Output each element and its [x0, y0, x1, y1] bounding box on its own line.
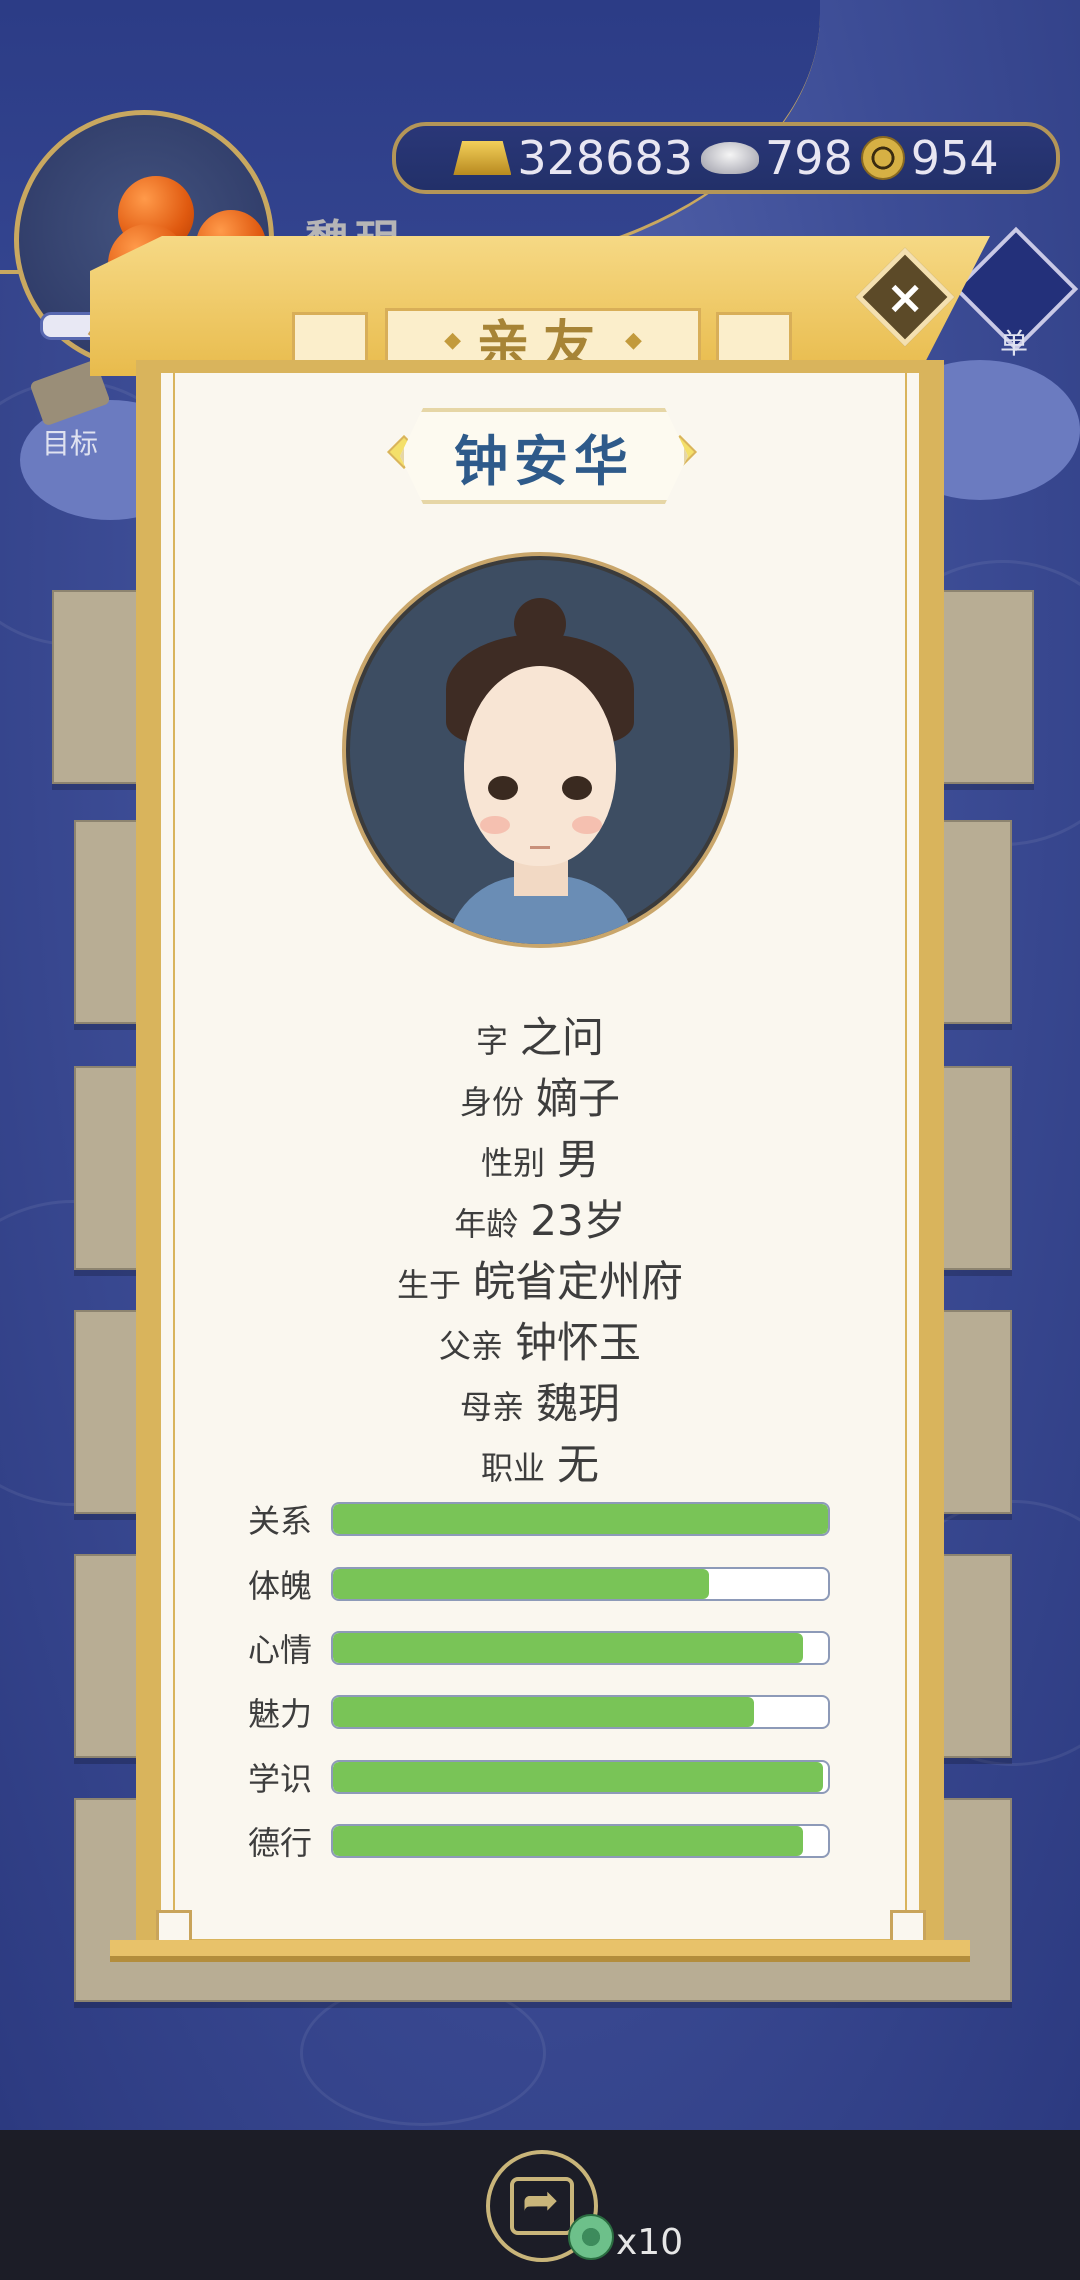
portrait-face	[464, 666, 616, 866]
stat-row-mood: 心情	[248, 1628, 830, 1669]
stat-bar	[331, 1502, 830, 1536]
stat-bar	[331, 1695, 830, 1729]
gold-ingot-icon	[453, 141, 512, 175]
info-value: 嫡子	[536, 1074, 621, 1123]
info-value: 皖省定州府	[473, 1257, 684, 1306]
jade-coin-icon	[568, 2214, 614, 2260]
silver-ingot-icon	[700, 142, 759, 174]
stat-bar	[331, 1567, 830, 1601]
person-name-plaque: 钟安华	[400, 408, 688, 504]
portrait-hair-bun	[514, 598, 566, 650]
info-value: 23岁	[530, 1196, 626, 1245]
stat-fill	[333, 1569, 710, 1599]
stat-bar	[331, 1824, 830, 1858]
silver-amount: 798	[700, 131, 853, 185]
stat-row-virtue: 德行	[248, 1821, 830, 1862]
portrait-eye	[488, 776, 518, 800]
info-row: 性别男	[158, 1126, 922, 1187]
close-icon: ×	[885, 269, 925, 324]
stat-row-charm: 魅力	[248, 1692, 830, 1733]
silver-value: 798	[764, 131, 853, 185]
info-row: 字之问	[158, 1004, 922, 1065]
info-row: 职业无	[158, 1431, 922, 1492]
gold-value: 328683	[517, 131, 693, 185]
info-key: 身份	[459, 1083, 524, 1121]
portrait-blush	[480, 816, 510, 834]
info-key: 母亲	[459, 1388, 524, 1426]
info-key: 年龄	[454, 1205, 519, 1243]
info-key: 生于	[396, 1266, 461, 1304]
person-portrait	[342, 552, 738, 948]
info-row: 生于 皖省定州府	[158, 1248, 922, 1309]
stat-label: 学识	[248, 1760, 313, 1798]
stat-row-relationship: 关系	[248, 1499, 830, 1540]
info-row: 父亲 钟怀玉	[158, 1309, 922, 1370]
info-value: 无	[557, 1440, 600, 1489]
stat-bar	[331, 1760, 830, 1794]
stat-fill	[333, 1762, 824, 1792]
modal-base	[110, 1940, 970, 1962]
info-row: 身份 嫡子	[158, 1065, 922, 1126]
info-value: 男	[557, 1135, 600, 1184]
stat-label: 关系	[248, 1502, 313, 1540]
stat-label: 体魄	[248, 1567, 313, 1605]
stat-fill	[333, 1697, 754, 1727]
header-side-plaque	[716, 312, 792, 366]
info-row: 年龄 23岁	[158, 1187, 922, 1248]
stat-label: 魅力	[248, 1695, 313, 1733]
info-key: 父亲	[438, 1327, 503, 1365]
coin-value: 954	[910, 131, 999, 185]
goal-button[interactable]: 目标	[20, 359, 120, 462]
portrait-mouth	[530, 846, 550, 849]
stat-label: 心情	[248, 1631, 313, 1669]
stat-bar	[331, 1631, 830, 1665]
info-value: 钟怀玉	[515, 1318, 642, 1367]
info-key: 字	[475, 1022, 508, 1060]
portrait-blush	[572, 816, 602, 834]
stat-fill	[333, 1826, 804, 1856]
title-ornament-icon: ◆	[444, 327, 461, 353]
share-icon	[510, 2175, 574, 2235]
info-value: 之问	[520, 1013, 605, 1062]
currency-bar: 328683 798 954	[392, 122, 1060, 194]
coin-amount: 954	[860, 131, 999, 185]
info-key: 职业	[480, 1449, 545, 1487]
header-side-plaque	[292, 312, 368, 366]
right-menu-label: 单	[999, 327, 1028, 360]
portrait-eye	[562, 776, 592, 800]
stat-label: 德行	[248, 1824, 313, 1862]
info-key: 性别	[480, 1144, 545, 1182]
gold-amount: 328683	[453, 131, 693, 185]
share-cost: x10	[616, 2222, 684, 2263]
stat-row-knowledge: 学识	[248, 1757, 830, 1798]
info-value: 魏玥	[536, 1379, 621, 1428]
copper-coin-icon	[860, 136, 905, 180]
goal-label: 目标	[41, 427, 98, 460]
info-row: 母亲 魏玥	[158, 1370, 922, 1431]
title-ornament-icon: ◆	[625, 327, 642, 353]
stat-fill	[333, 1633, 804, 1663]
stat-row-physique: 体魄	[248, 1564, 830, 1605]
person-name: 钟安华	[454, 429, 634, 493]
stat-fill	[333, 1504, 828, 1534]
